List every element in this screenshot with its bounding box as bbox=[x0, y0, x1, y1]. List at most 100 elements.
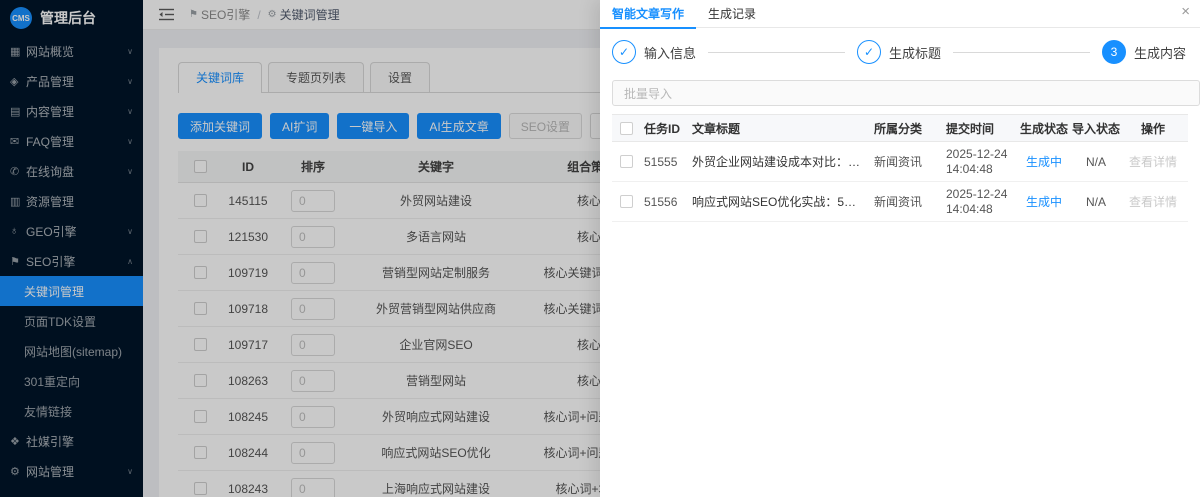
ai-generate-article-button[interactable]: AI生成文章 bbox=[417, 113, 500, 139]
sidebar-subitem-301-redirect[interactable]: 301重定向 bbox=[0, 366, 143, 396]
one-click-import-button[interactable]: 一键导入 bbox=[337, 113, 409, 139]
cell-category: 新闻资讯 bbox=[870, 151, 942, 172]
row-checkbox[interactable] bbox=[194, 194, 207, 207]
seo-engine-icon: ⚑ bbox=[10, 255, 26, 268]
column-header-sort: 排序 bbox=[274, 158, 352, 175]
ai-expand-button[interactable]: AI扩词 bbox=[270, 113, 329, 139]
drawer-tabs: 智能文章写作 生成记录 × bbox=[600, 0, 1200, 28]
cell-article-title: 外贸企业网站建设成本对比：响应式设计与传... bbox=[692, 153, 866, 170]
keyword-table-header: ID 排序 关键字 组合策略 ▾ bbox=[178, 151, 600, 183]
sort-order-input[interactable] bbox=[291, 298, 335, 320]
row-checkbox[interactable] bbox=[194, 302, 207, 315]
sort-order-input[interactable] bbox=[291, 406, 335, 428]
add-keyword-button[interactable]: 添加关键词 bbox=[178, 113, 262, 139]
row-checkbox[interactable] bbox=[194, 482, 207, 495]
cell-id: 108244 bbox=[222, 446, 274, 460]
content-icon: ▤ bbox=[10, 105, 26, 118]
tab-keyword-library[interactable]: 关键词库 bbox=[178, 62, 262, 92]
close-icon[interactable]: × bbox=[1181, 4, 1190, 19]
sort-order-input[interactable] bbox=[291, 370, 335, 392]
view-details-link[interactable]: 查看详情 bbox=[1129, 153, 1177, 170]
column-header-article-title: 文章标题 bbox=[688, 118, 870, 139]
table-row: 108244 响应式网站SEO优化 核心词+问题解决词 bbox=[178, 435, 600, 471]
sidebar-item-label: 网站管理 bbox=[26, 463, 123, 480]
sidebar-item-product-management[interactable]: ◈ 产品管理 ∨ bbox=[0, 66, 143, 96]
tab-topic-page-list[interactable]: 专题页列表 bbox=[268, 62, 364, 92]
table-row: 109718 外贸营销型网站供应商 核心关键词+意图词 bbox=[178, 291, 600, 327]
cell-id: 109718 bbox=[222, 302, 274, 316]
breadcrumb-item-seo-engine[interactable]: SEO引擎 bbox=[201, 6, 250, 23]
cell-id: 108245 bbox=[222, 410, 274, 424]
tab-smart-article-writing[interactable]: 智能文章写作 bbox=[600, 0, 696, 28]
sort-order-input[interactable] bbox=[291, 478, 335, 497]
row-checkbox[interactable] bbox=[194, 446, 207, 459]
step-number-badge: 3 bbox=[1102, 40, 1126, 64]
sidebar-subitem-page-tdk-settings[interactable]: 页面TDK设置 bbox=[0, 306, 143, 336]
cms-logo-icon: CMS bbox=[10, 7, 32, 29]
cell-id: 109717 bbox=[222, 338, 274, 352]
sidebar-item-geo-engine[interactable]: ♁ GEO引擎 ∨ bbox=[0, 216, 143, 246]
sidebar-item-site-overview[interactable]: ▦ 网站概览 ∨ bbox=[0, 36, 143, 66]
select-all-checkbox[interactable] bbox=[620, 122, 633, 135]
sort-order-input[interactable] bbox=[291, 190, 335, 212]
seo-settings-button[interactable]: SEO设置 bbox=[509, 113, 582, 139]
sort-order-input[interactable] bbox=[291, 226, 335, 248]
sidebar-subitem-label: 页面TDK设置 bbox=[24, 313, 96, 330]
sidebar-item-faq-management[interactable]: ✉ FAQ管理 ∨ bbox=[0, 126, 143, 156]
sidebar-item-label: 资源管理 bbox=[26, 193, 133, 210]
cell-import-status: N/A bbox=[1070, 193, 1122, 211]
step-label: 生成内容 bbox=[1134, 43, 1186, 62]
row-checkbox[interactable] bbox=[620, 155, 633, 168]
sidebar-subitem-label: 301重定向 bbox=[24, 373, 80, 390]
sort-button[interactable]: ≡ 排序 bbox=[590, 113, 600, 139]
app-window: CMS 管理后台 ▦ 网站概览 ∨ ◈ 产品管理 ∨ ▤ 内容管理 ∨ bbox=[0, 0, 1200, 497]
inquiry-icon: ✆ bbox=[10, 165, 26, 178]
chevron-down-icon: ∨ bbox=[127, 77, 133, 86]
sidebar-subitem-keyword-management[interactable]: 关键词管理 bbox=[0, 276, 143, 306]
cell-strategy: 核心词+地域词 bbox=[520, 480, 600, 497]
cell-task-id: 51556 bbox=[640, 193, 688, 211]
sidebar-logo: CMS 管理后台 bbox=[0, 0, 143, 32]
view-details-link[interactable]: 查看详情 bbox=[1129, 193, 1177, 210]
row-checkbox[interactable] bbox=[194, 410, 207, 423]
card-tabs: 关键词库 专题页列表 设置 bbox=[178, 62, 600, 93]
sidebar-menu: ▦ 网站概览 ∨ ◈ 产品管理 ∨ ▤ 内容管理 ∨ ✉ FAQ管理 ∨ bbox=[0, 36, 143, 486]
site-overview-icon: ▦ bbox=[10, 45, 26, 58]
background-page: CMS 管理后台 ▦ 网站概览 ∨ ◈ 产品管理 ∨ ▤ 内容管理 ∨ bbox=[0, 0, 600, 497]
cell-id: 121530 bbox=[222, 230, 274, 244]
cell-keyword: 外贸营销型网站供应商 bbox=[352, 300, 520, 317]
sidebar-subitem-friendly-links[interactable]: 友情链接 bbox=[0, 396, 143, 426]
column-header-id: ID bbox=[222, 160, 274, 174]
product-icon: ◈ bbox=[10, 75, 26, 88]
chevron-down-icon: ∨ bbox=[127, 137, 133, 146]
sidebar-item-resource-management[interactable]: ▥ 资源管理 bbox=[0, 186, 143, 216]
row-checkbox[interactable] bbox=[620, 195, 633, 208]
sort-order-input[interactable] bbox=[291, 334, 335, 356]
select-all-checkbox[interactable] bbox=[194, 160, 207, 173]
site-management-icon: ⚙ bbox=[10, 465, 26, 478]
row-checkbox[interactable] bbox=[194, 338, 207, 351]
step-input-info: ✓ 输入信息 bbox=[612, 40, 696, 64]
sidebar-item-online-inquiry[interactable]: ✆ 在线询盘 ∨ bbox=[0, 156, 143, 186]
sidebar-subitem-sitemap[interactable]: 网站地图(sitemap) bbox=[0, 336, 143, 366]
cell-strategy: 核心关键词+意图词 bbox=[520, 264, 600, 281]
sidebar-item-seo-engine[interactable]: ⚑ SEO引擎 ∧ bbox=[0, 246, 143, 276]
keyword-toolbar: 添加关键词 AI扩词 一键导入 AI生成文章 SEO设置 ≡ 排序 ↑ 上移 bbox=[178, 113, 600, 139]
sidebar-item-site-management[interactable]: ⚙ 网站管理 ∨ bbox=[0, 456, 143, 486]
tab-settings[interactable]: 设置 bbox=[370, 62, 430, 92]
sort-order-input[interactable] bbox=[291, 442, 335, 464]
cell-keyword: 上海响应式网站建设 bbox=[352, 480, 520, 497]
table-row: 145115 外贸网站建设 核心词 bbox=[178, 183, 600, 219]
sidebar-item-content-management[interactable]: ▤ 内容管理 ∨ bbox=[0, 96, 143, 126]
chevron-down-icon: ∨ bbox=[127, 107, 133, 116]
row-checkbox[interactable] bbox=[194, 230, 207, 243]
social-media-icon: ❖ bbox=[10, 435, 26, 448]
row-checkbox[interactable] bbox=[194, 374, 207, 387]
sidebar-item-social-media-engine[interactable]: ❖ 社媒引擎 bbox=[0, 426, 143, 456]
sidebar-collapse-icon[interactable] bbox=[159, 8, 175, 22]
sidebar-subitem-label: 友情链接 bbox=[24, 403, 72, 420]
sort-order-input[interactable] bbox=[291, 262, 335, 284]
row-checkbox[interactable] bbox=[194, 266, 207, 279]
tab-generation-records[interactable]: 生成记录 bbox=[696, 0, 768, 28]
batch-import-button[interactable]: 批量导入 bbox=[612, 80, 1200, 106]
